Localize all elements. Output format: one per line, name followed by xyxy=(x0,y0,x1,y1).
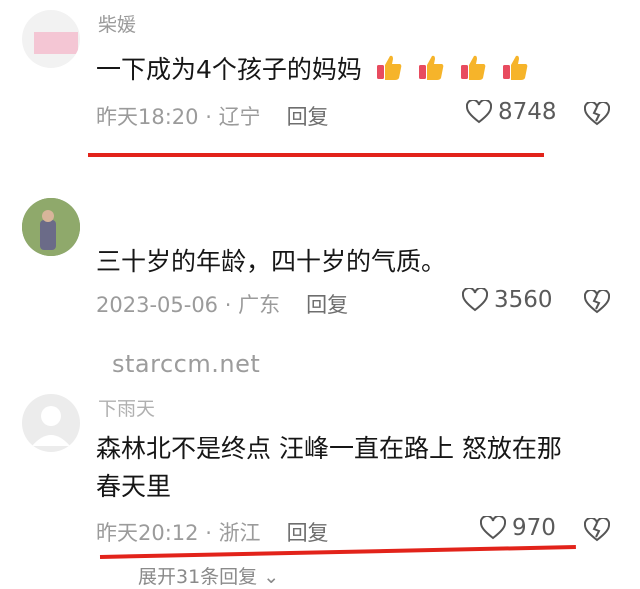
like-button[interactable]: 970 xyxy=(480,515,556,541)
reply-button[interactable]: 回复 xyxy=(287,521,329,545)
like-count: 970 xyxy=(512,515,556,541)
thumbs-up-icon xyxy=(404,55,446,84)
comment-time: 2023-05-06 xyxy=(96,293,219,317)
avatar[interactable] xyxy=(22,394,80,452)
comment-username[interactable]: 下雨天 xyxy=(98,394,155,421)
comment-location: 辽宁 xyxy=(218,105,261,129)
red-underline xyxy=(88,153,544,157)
comment-location: 浙江 xyxy=(218,521,261,545)
comment-text-content: 一下成为4个孩子的妈妈 xyxy=(96,55,362,84)
comment-time: 昨天18:20 xyxy=(96,105,199,129)
thumbs-up-icon xyxy=(362,55,404,84)
heart-icon xyxy=(480,516,506,540)
like-count: 8748 xyxy=(498,99,557,125)
thumbs-up-icon xyxy=(488,55,530,84)
comment-text: 一下成为4个孩子的妈妈 xyxy=(96,52,530,88)
thumbs-up-icon xyxy=(446,55,488,84)
watermark-text: starccm.net xyxy=(112,350,261,378)
broken-heart-icon[interactable] xyxy=(584,290,610,314)
comment-text-line-2: 春天里 xyxy=(96,472,172,501)
comment-meta: 昨天18:20 · 辽宁 回复 xyxy=(96,101,329,131)
expand-replies-button[interactable]: 展开31条回复 ⌄ xyxy=(138,562,279,589)
meta-separator: · xyxy=(198,105,219,129)
heart-icon xyxy=(462,288,488,312)
reply-button[interactable]: 回复 xyxy=(287,105,329,129)
avatar[interactable] xyxy=(22,198,80,256)
comment-username[interactable]: 柴媛 xyxy=(98,10,136,37)
comment-meta: 昨天20:12 · 浙江 回复 xyxy=(96,517,329,547)
avatar[interactable] xyxy=(22,10,80,68)
like-button[interactable]: 3560 xyxy=(462,287,553,313)
chevron-down-icon: ⌄ xyxy=(263,566,280,588)
expand-replies-label: 展开31条回复 xyxy=(138,566,258,588)
heart-icon xyxy=(466,100,492,124)
meta-separator: · xyxy=(198,521,219,545)
broken-heart-icon[interactable] xyxy=(584,102,610,126)
reply-button[interactable]: 回复 xyxy=(306,293,348,317)
broken-heart-icon[interactable] xyxy=(584,518,610,542)
like-count: 3560 xyxy=(494,287,553,313)
red-underline xyxy=(99,545,576,559)
comment-location: 广东 xyxy=(238,293,281,317)
like-button[interactable]: 8748 xyxy=(466,99,557,125)
comment-text: 三十岁的年龄，四十岁的气质。 xyxy=(96,247,447,276)
meta-separator: · xyxy=(218,293,239,317)
comment-meta: 2023-05-06 · 广东 回复 xyxy=(96,289,348,319)
comment-time: 昨天20:12 xyxy=(96,521,199,545)
comment-text-line-1: 森林北不是终点 汪峰一直在路上 怒放在那 xyxy=(96,434,562,463)
